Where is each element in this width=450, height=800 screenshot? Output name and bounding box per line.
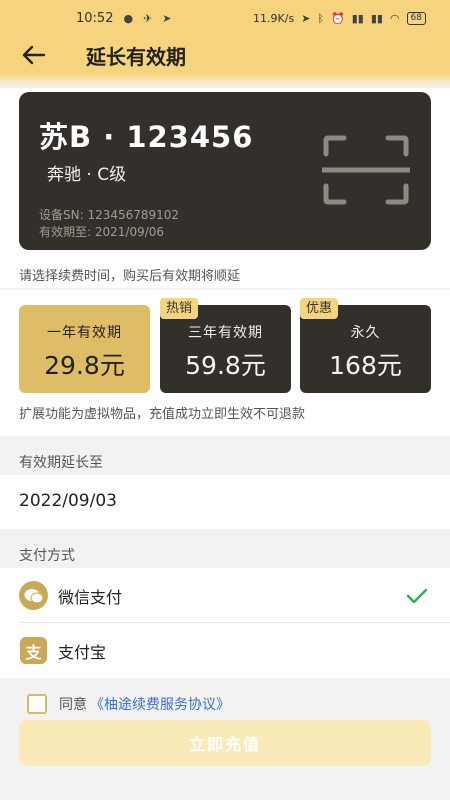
hot-badge: 热销 <box>160 298 199 319</box>
header-fade <box>0 74 450 88</box>
vehicle-card: 苏B · 123456 奔驰 · C级 设备SN: 123456789102 有… <box>19 92 431 250</box>
device-sn: 设备SN: 123456789102 <box>39 208 180 222</box>
renewal-hint: 请选择续费时间，购买后有效期将顺延 <box>19 269 241 284</box>
bluetooth-icon: ᛒ <box>317 11 325 25</box>
alipay-icon: 支 <box>20 637 47 664</box>
recharge-button[interactable]: 立即充值 <box>19 720 431 766</box>
plan-one-year[interactable]: 一年有效期 29.8元 <box>19 305 150 393</box>
arrow-left-icon <box>22 45 46 65</box>
status-bar: 10:52 ● ✈ ➤ 11.9K/s ➤ ᛒ ⏰ ▮▮ ▮▮ ◠ 68 <box>0 0 450 36</box>
plan-name: 三年有效期 <box>188 325 263 341</box>
plan-name: 一年有效期 <box>47 325 122 341</box>
payment-option-alipay[interactable]: 支 支付宝 <box>0 623 450 678</box>
wechat-icon <box>19 581 48 610</box>
battery-icon: 68 <box>406 11 426 25</box>
plan-price: 59.8元 <box>185 351 266 380</box>
chat-notification-icon: ● <box>123 11 134 25</box>
car-model: 奔驰 · C级 <box>47 165 127 185</box>
status-time: 10:52 <box>76 10 114 26</box>
page-title: 延长有效期 <box>86 44 186 69</box>
plan-price: 168元 <box>329 351 402 380</box>
alarm-icon: ⏰ <box>331 11 345 25</box>
expiry-date: 有效期至: 2021/09/06 <box>39 225 165 239</box>
payment-option-wechat[interactable]: 微信支付 <box>0 568 450 623</box>
check-icon <box>406 588 428 603</box>
payment-name: 微信支付 <box>58 587 123 607</box>
location-icon: ➤ <box>301 11 311 25</box>
payment-name: 支付宝 <box>58 642 107 662</box>
agree-checkbox[interactable] <box>27 694 47 714</box>
back-button[interactable] <box>4 36 64 74</box>
scan-icon[interactable] <box>322 134 410 206</box>
extend-label: 有效期延长至 <box>19 455 103 471</box>
app-notification-icon: ✈ <box>143 11 153 25</box>
refund-note: 扩展功能为虚拟物品，充值成功立即生效不可退款 <box>19 407 306 422</box>
plate-number: 苏B · 123456 <box>39 120 254 154</box>
agree-text: 同意 <box>59 697 87 713</box>
plan-price: 29.8元 <box>44 351 125 380</box>
agreement-row: 同意 《柚途续费服务协议》 <box>27 694 230 714</box>
nav-bar: 延长有效期 <box>0 36 450 74</box>
agreement-link[interactable]: 《柚途续费服务协议》 <box>90 694 230 714</box>
net-speed: 11.9K/s <box>253 11 295 25</box>
wifi-icon: ◠ <box>389 11 400 25</box>
navigation-icon: ➤ <box>162 11 172 25</box>
plan-name: 永久 <box>350 325 381 341</box>
extended-date: 2022/09/03 <box>19 491 117 511</box>
payment-label: 支付方式 <box>19 548 75 564</box>
signal-icon: ▮▮ <box>370 11 383 25</box>
discount-badge: 优惠 <box>300 298 339 319</box>
signal-icon: ▮▮ <box>351 11 364 25</box>
